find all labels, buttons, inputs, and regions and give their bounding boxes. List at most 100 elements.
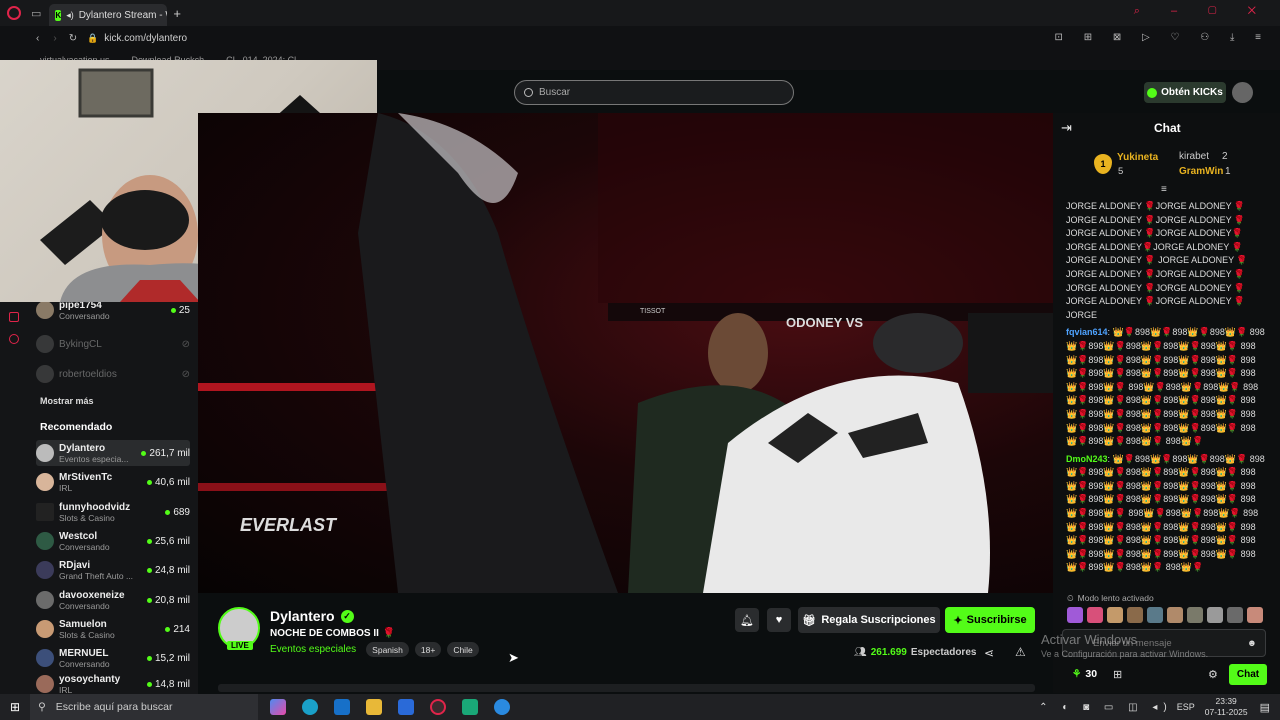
show-more-link[interactable]: Mostrar más <box>40 396 94 406</box>
gift-leaderboard[interactable]: 1 Yukineta 5 kirabet 2 GramWin 1 <box>1094 150 1264 184</box>
sidebar-item-robertoeldios[interactable]: robertoeldios ⊘ <box>36 361 190 387</box>
avatar <box>36 649 54 667</box>
heart-icon: ♥ <box>775 614 783 626</box>
windows-start-icon[interactable]: ⊞ <box>10 700 20 714</box>
tag-language[interactable]: Spanish <box>366 642 409 657</box>
third-name: GramWin <box>1179 166 1224 177</box>
opera-icon[interactable] <box>430 699 447 715</box>
app2-icon[interactable] <box>494 699 511 715</box>
input-language[interactable]: ESP <box>1177 702 1195 712</box>
notification-bell-button[interactable]: 🔔︎ <box>735 608 759 632</box>
rail-history-icon[interactable] <box>9 312 19 322</box>
follow-button[interactable]: ♥ <box>767 608 791 632</box>
chat-username[interactable]: DmoN243 <box>1066 454 1108 464</box>
chat-input[interactable]: Enviar un mensaje ☻ <box>1062 629 1266 657</box>
video-frame: ODONEY VS TISSOT EVERLAST <box>198 113 1053 593</box>
file-explorer-icon[interactable] <box>366 699 383 715</box>
clock-date: 07-11-2025 <box>1204 707 1248 717</box>
tab-title: Dylantero Stream - Wa <box>78 9 168 21</box>
search-icon: ⚲ <box>38 701 46 713</box>
send-chat-button[interactable]: Chat <box>1229 664 1267 685</box>
get-kicks-button[interactable]: Obtén KICKs <box>1144 82 1226 103</box>
sidebar-item-samuelon[interactable]: Samuelon Slots & Casino 214 <box>36 616 190 642</box>
chat-message: fqvian614: 👑🌹898👑🌹898👑🌹898👑🌹 898👑🌹898👑🌹8… <box>1066 327 1265 447</box>
sidebar-item-mrstiventc[interactable]: MrStivenTc IRL 40,6 mil <box>36 469 190 495</box>
get-kicks-label: Obtén KICKs <box>1161 87 1223 98</box>
search-icon <box>524 88 533 97</box>
kick-favicon-icon: K <box>55 9 62 21</box>
subscribe-button[interactable]: ✦ Suscribirse <box>945 607 1035 633</box>
browser-tab-active[interactable]: K ◂) Dylantero Stream - Wa × <box>49 4 168 26</box>
verified-icon: ✓ <box>340 609 354 623</box>
star-icon: ✦ <box>953 614 963 627</box>
store-icon[interactable] <box>398 699 415 715</box>
browser-side-rail <box>0 290 28 690</box>
rail-settings-icon[interactable] <box>9 334 19 344</box>
url-field[interactable]: kick.com/dylantero <box>104 33 187 44</box>
system-tray-icons[interactable]: ⌃ ◐ ◙ ▭ ◫ ◂) <box>1039 702 1173 713</box>
tag-age[interactable]: 18+ <box>414 642 442 657</box>
reload-icon[interactable]: ↻ <box>69 33 77 44</box>
sidebar-item-yosoychanty[interactable]: yosoychanty IRL 14,8 mil <box>36 674 190 694</box>
share-icon[interactable]: ⋖ <box>984 646 994 660</box>
gift-subs-button[interactable]: 🎁︎ Regala Suscripciones <box>798 607 940 633</box>
chat-settings-icon[interactable]: ⚙ <box>1208 668 1218 681</box>
collapse-chat-icon[interactable]: ⇥ <box>1061 120 1072 136</box>
channel-points[interactable]: ⚘ 30 <box>1072 668 1097 680</box>
opera-logo-icon[interactable] <box>7 6 21 20</box>
video-player[interactable]: ODONEY VS TISSOT EVERLAST <box>198 113 1053 593</box>
report-icon[interactable]: ⚠ <box>1015 645 1026 659</box>
forward-icon[interactable]: › <box>53 33 56 44</box>
tag-country[interactable]: Chile <box>447 642 479 657</box>
rewards-icon[interactable]: ⊞ <box>1113 668 1122 681</box>
browser-tab-bar: ▭ K ◂) Dylantero Stream - Wa × + ⌕ – ▢ ✕ <box>0 0 1280 26</box>
sidebar-item-davooxeneize[interactable]: davooxeneize Conversando 20,8 mil <box>36 587 190 613</box>
app-icon[interactable] <box>462 699 479 715</box>
sidebar-item-funnyhoodvidz[interactable]: funnyhoodvidz Slots & Casino 689 <box>36 499 190 525</box>
avatar <box>36 591 54 609</box>
recommended-heading: Recomendado <box>40 421 113 433</box>
tab-list-icon[interactable]: ▭ <box>31 7 41 20</box>
viewers-label: Espectadores <box>910 647 977 658</box>
browser-toolbar-icons[interactable]: ⊡ ⊞ ⊠ ▷ ♡ ⚇ ⤓ ≡ <box>1055 32 1270 43</box>
search-input[interactable]: Buscar <box>514 80 794 105</box>
outlook-icon[interactable] <box>334 699 351 715</box>
bell-icon: 🔔︎ <box>740 614 754 627</box>
back-icon[interactable]: ‹ <box>36 33 39 44</box>
stream-meta: Eventos especiales Spanish 18+ Chile <box>270 642 479 657</box>
chat-message: JORGE ALDONEY 🌹JORGE ALDONEY 🌹 JORGE ALD… <box>1066 200 1266 322</box>
copilot-icon[interactable] <box>270 699 287 715</box>
expand-leaderboard-icon[interactable]: ≡ <box>1161 184 1167 195</box>
notifications-icon[interactable]: ▤ <box>1260 701 1270 714</box>
ring-banner-text: ODONEY VS <box>786 315 863 330</box>
chat-username[interactable]: fqvian614 <box>1066 327 1108 337</box>
category-link[interactable]: Eventos especiales <box>270 644 356 655</box>
sidebar-item-westcol[interactable]: Westcol Conversando 25,6 mil <box>36 528 190 554</box>
lock-icon: 🔒 <box>87 32 99 43</box>
sidebar-item-bykingcl[interactable]: BykingCL ⊘ <box>36 331 190 357</box>
gift-icon: 🎁︎ <box>802 614 817 627</box>
tab-audio-icon[interactable]: ◂) <box>66 10 74 21</box>
user-avatar[interactable] <box>1232 82 1253 103</box>
clock-time: 23:39 <box>1215 696 1237 706</box>
windows-taskbar: ⊞ ⚲ Escribe aquí para buscar ⌃ ◐ ◙ ▭ ◫ ◂… <box>0 694 1280 720</box>
viewer-count: 25 <box>170 305 190 316</box>
search-placeholder: Buscar <box>539 87 571 98</box>
channel-header: Dylantero ✓ <box>270 608 354 624</box>
message-text: 👑🌹898👑🌹898👑🌹898👑🌹 898👑🌹898👑🌹898👑🌹898👑🌹89… <box>1066 327 1265 447</box>
viewer-stats: 👥︎ 261.699 Espectadores <box>854 647 976 658</box>
sidebar-item-rdjavi[interactable]: RDjavi Grand Theft Auto ... 24,8 mil <box>36 557 190 583</box>
everlast-logo: EVERLAST <box>240 515 338 535</box>
edge-icon[interactable] <box>302 699 319 715</box>
taskbar-search[interactable]: ⚲ Escribe aquí para buscar <box>30 694 259 720</box>
emoji-icon[interactable]: ☻ <box>1247 638 1257 649</box>
channel-name[interactable]: Dylantero <box>270 608 335 624</box>
new-tab-button[interactable]: + <box>173 6 181 21</box>
sidebar-item-mernuel[interactable]: MERNUEL Conversando 15,2 mil <box>36 645 190 671</box>
chat-message: DmoN243: 👑🌹898👑🌹898👑🌹898👑🌹 898👑🌹898👑🌹898… <box>1066 453 1265 573</box>
points-icon: ⚘ <box>1072 668 1082 680</box>
viewers-icon: 👥︎ <box>854 647 867 658</box>
sidebar-item-dylantero[interactable]: Dylantero Eventos especia... 261,7 mil <box>36 440 190 466</box>
clock[interactable]: 23:39 07-11-2025 <box>1205 696 1248 718</box>
emote-bar[interactable] <box>1067 607 1263 623</box>
